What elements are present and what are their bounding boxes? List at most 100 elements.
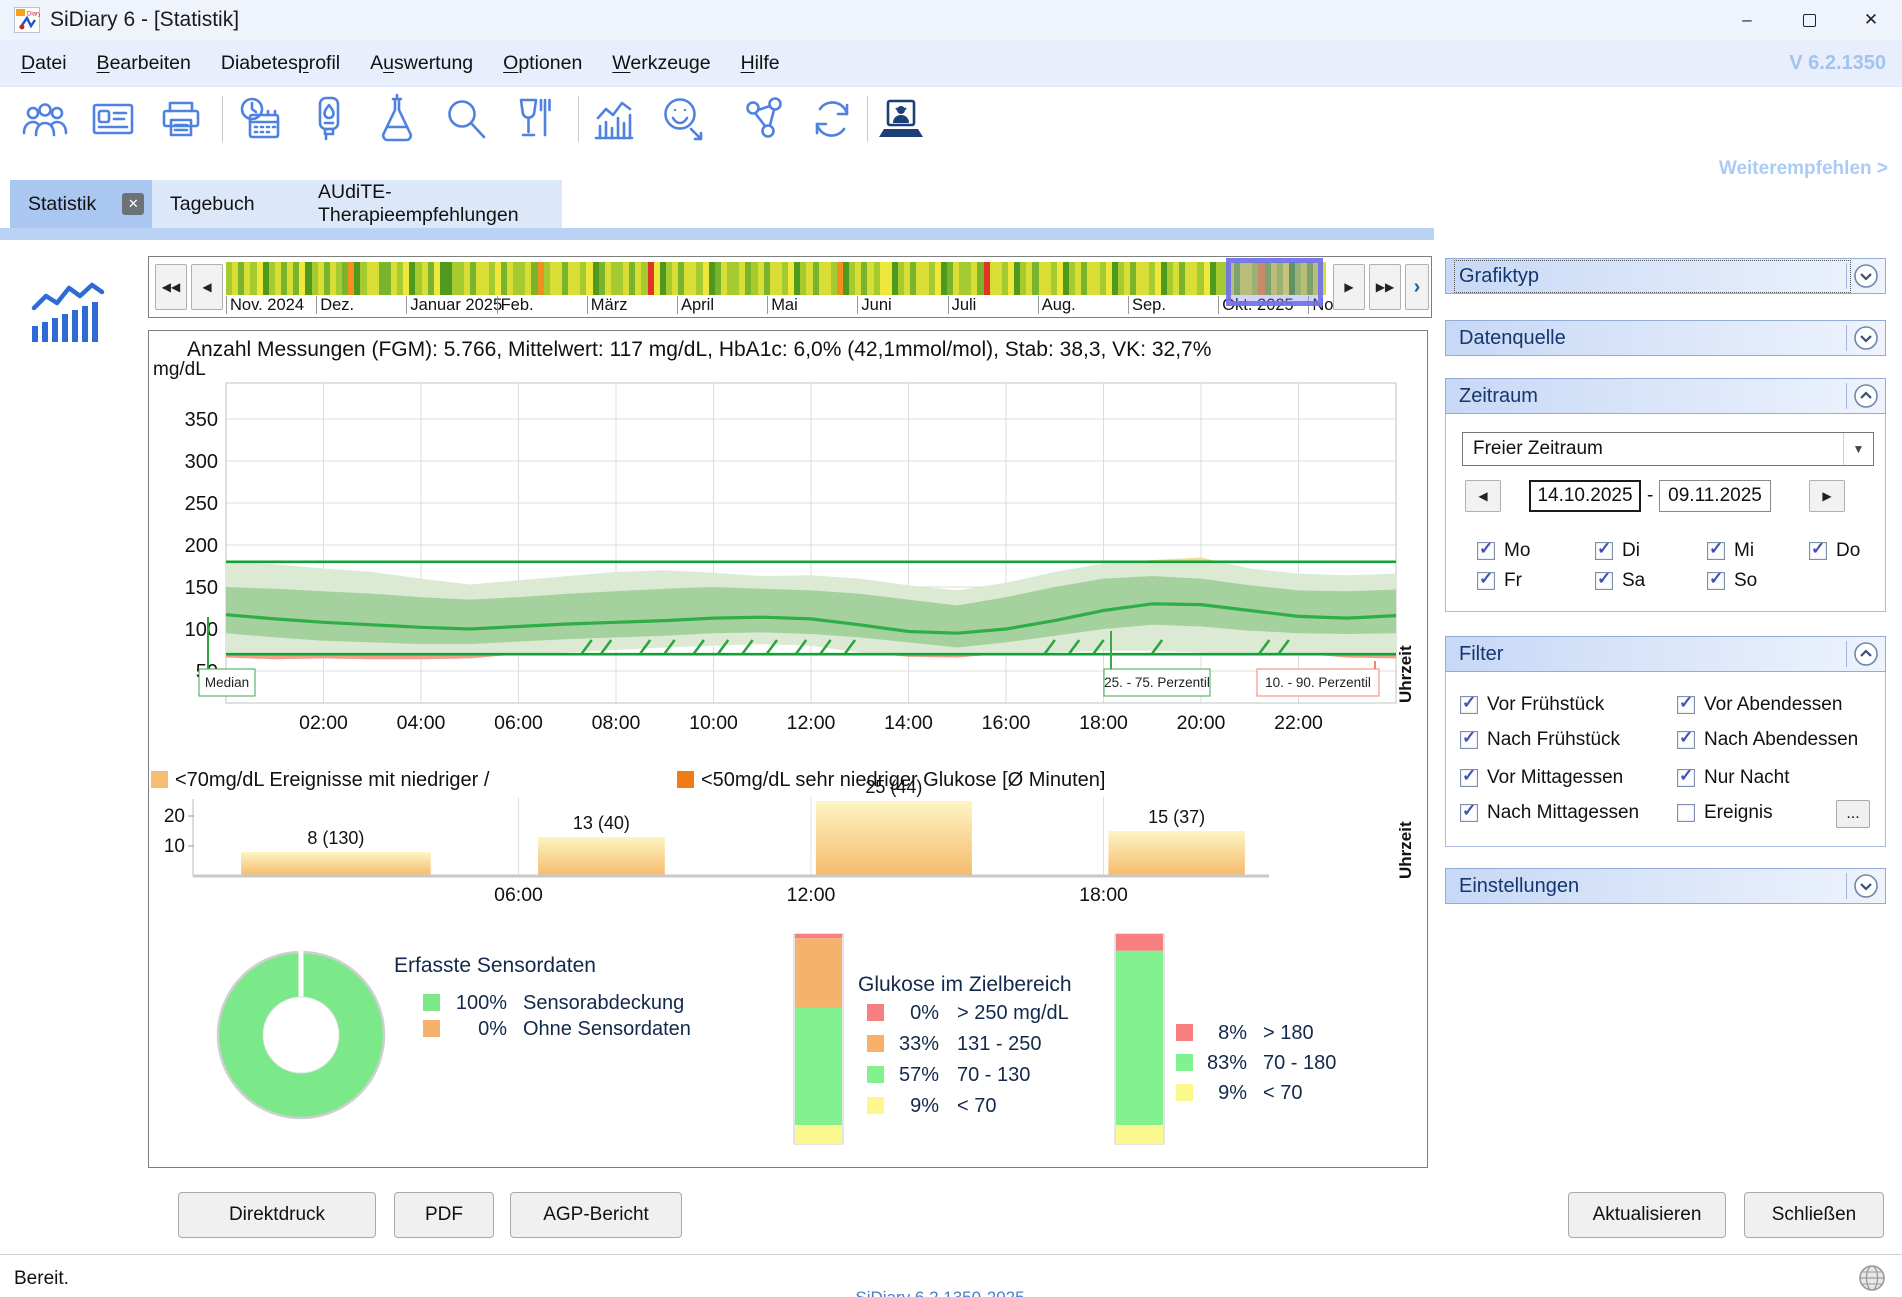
menu-item-bearbeiten[interactable]: Bearbeiten bbox=[82, 52, 206, 75]
timeline-tick bbox=[406, 296, 407, 314]
telemedicine-icon[interactable] bbox=[875, 93, 927, 145]
weekday-so[interactable]: So bbox=[1707, 570, 1757, 592]
checkbox[interactable] bbox=[1677, 804, 1695, 822]
checkbox[interactable] bbox=[1460, 804, 1478, 822]
panel-datenquelle[interactable]: Datenquelle bbox=[1445, 320, 1886, 356]
sensor-pct: 0% bbox=[478, 1018, 507, 1040]
low-xtick: 18:00 bbox=[1079, 884, 1128, 906]
chevron-up-icon[interactable] bbox=[1853, 383, 1879, 409]
statistics-icon[interactable] bbox=[588, 93, 640, 145]
pdf-button[interactable]: PDF bbox=[394, 1192, 494, 1238]
chevron-down-icon[interactable] bbox=[1853, 263, 1879, 289]
checkbox-label: Do bbox=[1836, 540, 1860, 562]
filter-nach-fr-hst-ck[interactable]: Nach Frühstück bbox=[1460, 729, 1620, 751]
weekday-mi[interactable]: Mi bbox=[1707, 540, 1754, 562]
glucose-meter-icon[interactable] bbox=[303, 93, 355, 145]
timeline-heatmap[interactable] bbox=[226, 262, 1326, 295]
contact-card-icon[interactable] bbox=[87, 93, 139, 145]
filter-nach-mittagessen[interactable]: Nach Mittagessen bbox=[1460, 802, 1639, 824]
tab-tagebuch[interactable]: Tagebuch bbox=[152, 180, 300, 228]
checkbox[interactable] bbox=[1809, 542, 1827, 560]
chevron-down-icon[interactable] bbox=[1853, 325, 1879, 351]
checkbox[interactable] bbox=[1460, 696, 1478, 714]
timeline-forward-button[interactable]: › bbox=[1405, 264, 1429, 310]
weekday-mo[interactable]: Mo bbox=[1477, 540, 1530, 562]
chevron-down-icon[interactable] bbox=[1853, 873, 1879, 899]
tab-close-icon[interactable]: ✕ bbox=[122, 193, 144, 215]
menu-item-datei[interactable]: Datei bbox=[6, 52, 82, 75]
menu-item-auswertung[interactable]: Auswertung bbox=[355, 52, 488, 75]
users-icon[interactable] bbox=[19, 93, 71, 145]
agp-xtick: 18:00 bbox=[1079, 712, 1128, 734]
timeline-month-label: Mai bbox=[771, 296, 798, 315]
checkbox[interactable] bbox=[1677, 769, 1695, 787]
clock-calendar-icon[interactable] bbox=[235, 93, 287, 145]
tab-audite[interactable]: AUdiTE-Therapieempfehlungen bbox=[300, 180, 562, 228]
agp-ytick: 350 bbox=[185, 409, 218, 431]
checkbox[interactable] bbox=[1477, 572, 1495, 590]
checkbox[interactable] bbox=[1707, 542, 1725, 560]
smiley-export-icon[interactable] bbox=[657, 93, 709, 145]
menu-item-optionen[interactable]: Optionen bbox=[488, 52, 597, 75]
checkbox[interactable] bbox=[1460, 769, 1478, 787]
direktdruck-button[interactable]: Direktdruck bbox=[178, 1192, 376, 1238]
weekday-sa[interactable]: Sa bbox=[1595, 570, 1645, 592]
agp-bericht-button[interactable]: AGP-Bericht bbox=[510, 1192, 682, 1238]
checkbox[interactable] bbox=[1677, 731, 1695, 749]
date-from-field[interactable]: 14.10.2025 bbox=[1529, 480, 1641, 512]
menu-item-hilfe[interactable]: Hilfe bbox=[726, 52, 795, 75]
filter-nach-abendessen[interactable]: Nach Abendessen bbox=[1677, 729, 1858, 751]
timeline-selection[interactable] bbox=[1226, 258, 1323, 306]
minimize-button[interactable]: – bbox=[1716, 0, 1778, 40]
timeline-prev-button[interactable]: ◀ bbox=[191, 264, 223, 310]
printer-icon[interactable] bbox=[155, 93, 207, 145]
panel-separator bbox=[1846, 641, 1847, 667]
date-forward-button[interactable]: ▶ bbox=[1809, 480, 1845, 512]
date-to-field[interactable]: 09.11.2025 bbox=[1659, 480, 1771, 512]
timeline-tick bbox=[587, 296, 588, 314]
tab-strip bbox=[0, 228, 1434, 240]
panel-einstellungen[interactable]: Einstellungen bbox=[1445, 868, 1886, 904]
search-icon[interactable] bbox=[439, 93, 491, 145]
weekday-do[interactable]: Do bbox=[1809, 540, 1860, 562]
timeline-next-button[interactable]: ▶ bbox=[1333, 264, 1365, 310]
filter-vor-abendessen[interactable]: Vor Abendessen bbox=[1677, 694, 1842, 716]
chevron-up-icon[interactable] bbox=[1853, 641, 1879, 667]
date-back-button[interactable]: ◀ bbox=[1465, 480, 1501, 512]
agp-xtick: 12:00 bbox=[787, 712, 836, 734]
filter-nur-nacht[interactable]: Nur Nacht bbox=[1677, 767, 1790, 789]
filter-vor-mittagessen[interactable]: Vor Mittagessen bbox=[1460, 767, 1623, 789]
schlie-en-button[interactable]: Schließen bbox=[1744, 1192, 1884, 1238]
checkbox[interactable] bbox=[1707, 572, 1725, 590]
share-icon[interactable] bbox=[738, 93, 790, 145]
filter-body: Vor Frühstück Nach Frühstück Vor Mittagess… bbox=[1445, 672, 1886, 847]
panel-zeitraum[interactable]: Zeitraum bbox=[1445, 378, 1886, 414]
weekday-di[interactable]: Di bbox=[1595, 540, 1640, 562]
maximize-button[interactable] bbox=[1778, 0, 1840, 40]
filter-more-button[interactable]: ... bbox=[1836, 800, 1870, 828]
food-drink-icon[interactable] bbox=[507, 93, 559, 145]
timeline-first-button[interactable]: ◀◀ bbox=[155, 264, 187, 310]
close-button[interactable]: ✕ bbox=[1840, 0, 1902, 40]
timeline-last-button[interactable]: ▶▶ bbox=[1369, 264, 1401, 310]
low-bar-label: 13 (40) bbox=[573, 813, 630, 833]
timeline-tick bbox=[316, 296, 317, 314]
zeitraum-dropdown[interactable]: Freier Zeitraum ▼ bbox=[1462, 432, 1874, 466]
checkbox[interactable] bbox=[1677, 696, 1695, 714]
aktualisieren-button[interactable]: Aktualisieren bbox=[1568, 1192, 1726, 1238]
sync-icon[interactable] bbox=[806, 93, 858, 145]
tab-statistik[interactable]: Statistik ✕ bbox=[10, 180, 152, 228]
filter-ereignis[interactable]: Ereignis bbox=[1677, 802, 1773, 824]
checkbox[interactable] bbox=[1595, 542, 1613, 560]
filter-vor-fr-hst-ck[interactable]: Vor Frühstück bbox=[1460, 694, 1604, 716]
lab-flask-icon[interactable] bbox=[371, 93, 423, 145]
recommend-link[interactable]: Weiterempfehlen > bbox=[1719, 158, 1888, 180]
checkbox[interactable] bbox=[1477, 542, 1495, 560]
checkbox[interactable] bbox=[1460, 731, 1478, 749]
checkbox[interactable] bbox=[1595, 572, 1613, 590]
menu-item-diabetesprofil[interactable]: Diabetesprofil bbox=[206, 52, 355, 75]
panel-grafiktyp[interactable]: Grafiktyp bbox=[1445, 258, 1886, 294]
weekday-fr[interactable]: Fr bbox=[1477, 570, 1522, 592]
panel-filter[interactable]: Filter bbox=[1445, 636, 1886, 672]
menu-item-werkzeuge[interactable]: Werkzeuge bbox=[597, 52, 725, 75]
